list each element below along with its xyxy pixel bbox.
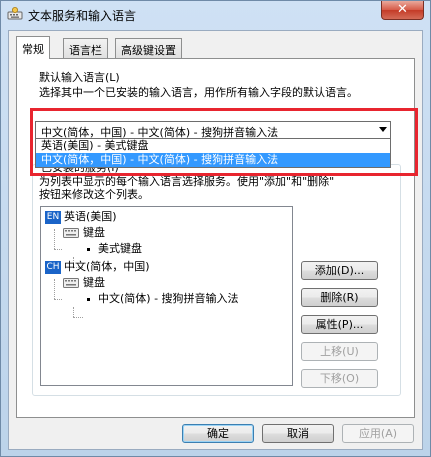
- dropdown-option-chinese-sogou[interactable]: 中文(简体，中国) - 中文(简体) - 搜狗拼音输入法: [36, 153, 390, 167]
- properties-button[interactable]: 属性(P)...: [301, 315, 378, 334]
- keyboard-icon: [63, 228, 79, 238]
- bullet-icon: [87, 247, 90, 251]
- default-language-dropdown-list: 英语(美国) - 美式键盘 中文(简体，中国) - 中文(简体) - 搜狗拼音输…: [35, 138, 391, 168]
- tree-node-label: 中文(简体) - 搜狗拼音输入法: [98, 292, 239, 305]
- default-language-combo[interactable]: 中文(简体，中国) - 中文(简体) - 搜狗拼音输入法: [35, 121, 391, 139]
- apply-button[interactable]: 应用(A): [342, 424, 414, 443]
- move-down-button[interactable]: 下移(O): [301, 369, 378, 388]
- bullet-icon: [87, 297, 90, 301]
- default-language-description: 选择其中一个已安装的输入语言，用作所有输入字段的默认语言。: [39, 86, 358, 99]
- keyboard-icon: [63, 278, 79, 288]
- move-up-button[interactable]: 上移(U): [301, 342, 378, 361]
- tree-node-label: 美式键盘: [98, 242, 142, 255]
- dropdown-option-english[interactable]: 英语(美国) - 美式键盘: [36, 139, 390, 153]
- tab-general[interactable]: 常规: [16, 36, 50, 59]
- installed-services-tree[interactable]: EN 英语(美国) 键盘 美式键盘 CH 中文(简体，中国) 键盘 中文(简体)…: [40, 206, 293, 386]
- tree-node-english-keyboard[interactable]: 键盘: [63, 225, 105, 241]
- tree-node-label: 英语(美国): [64, 210, 117, 223]
- tree-node-label: 键盘: [83, 276, 105, 289]
- language-badge-en: EN: [45, 210, 61, 224]
- tab-advanced-key-settings[interactable]: 高级键设置: [115, 38, 182, 58]
- keyboard-globe-icon: [7, 7, 23, 20]
- cancel-button[interactable]: 取消: [262, 424, 334, 443]
- tree-node-english-us[interactable]: EN 英语(美国): [45, 209, 117, 225]
- tab-language-bar[interactable]: 语言栏: [63, 38, 108, 58]
- services-description-line-2: 按钮来修改这个列表。: [39, 188, 149, 201]
- default-language-heading: 默认输入语言(L): [39, 71, 120, 84]
- ok-button[interactable]: 确定: [182, 424, 254, 443]
- chevron-down-icon[interactable]: [379, 127, 387, 132]
- tree-node-us-keyboard-layout[interactable]: 美式键盘: [87, 241, 142, 257]
- dialog-window: 文本服务和输入语言 ✕ 常规 语言栏 高级键设置 默认输入语言(L) 选择其中一…: [0, 0, 431, 457]
- close-button[interactable]: ✕: [381, 1, 424, 20]
- tree-node-sogou-pinyin[interactable]: 中文(简体) - 搜狗拼音输入法: [87, 291, 239, 307]
- remove-button[interactable]: 删除(R): [301, 288, 378, 307]
- tree-node-label: 键盘: [83, 226, 105, 239]
- tree-node-chinese-keyboard[interactable]: 键盘: [63, 275, 105, 291]
- tree-node-label: 中文(简体，中国): [64, 260, 150, 273]
- window-title: 文本服务和输入语言: [28, 9, 137, 23]
- tree-node-chinese-simplified[interactable]: CH 中文(简体，中国): [45, 259, 150, 275]
- language-badge-ch: CH: [45, 260, 61, 274]
- add-button[interactable]: 添加(D)...: [301, 261, 378, 280]
- title-bar[interactable]: 文本服务和输入语言 ✕: [1, 1, 430, 29]
